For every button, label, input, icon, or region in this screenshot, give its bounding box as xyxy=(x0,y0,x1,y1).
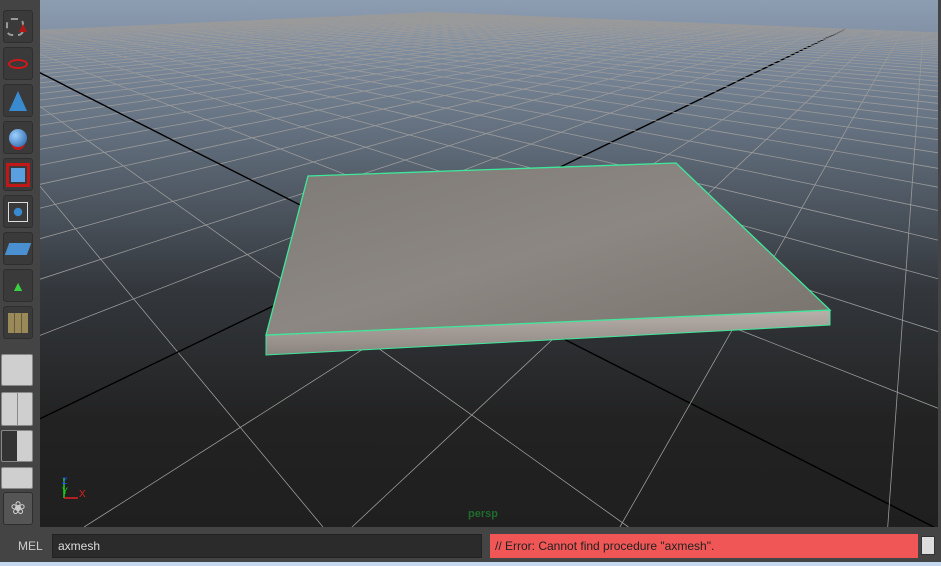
command-line: MEL // Error: Cannot find procedure "axm… xyxy=(0,530,941,562)
camera-label: persp xyxy=(468,508,498,520)
single-perspective-layout-icon[interactable] xyxy=(1,354,33,386)
grid-line xyxy=(162,24,938,120)
scale-icon[interactable] xyxy=(3,158,33,191)
status-strip xyxy=(0,562,941,566)
grid-line xyxy=(887,32,924,527)
axis-y-label: Y xyxy=(62,486,68,496)
script-editor-icon[interactable] xyxy=(921,536,935,555)
move-soft-icon[interactable] xyxy=(3,84,33,117)
grid-line xyxy=(100,27,938,169)
outliner-persp-layout-icon[interactable] xyxy=(1,430,33,462)
select-lasso-icon[interactable]: ▲ xyxy=(3,10,33,43)
grid: ZY X xyxy=(40,12,938,527)
language-label[interactable]: MEL xyxy=(18,539,43,553)
axis-x-label: X xyxy=(79,489,86,500)
persp-graph-layout-icon[interactable] xyxy=(1,467,33,489)
command-result: // Error: Cannot find procedure "axmesh"… xyxy=(490,534,918,558)
command-input[interactable] xyxy=(52,534,482,558)
maya-logo-icon: ❀ xyxy=(3,492,33,525)
four-view-layout-icon[interactable] xyxy=(1,392,33,426)
grid-line xyxy=(40,185,324,527)
slab-mesh[interactable] xyxy=(265,162,832,336)
paint-select-icon[interactable] xyxy=(3,47,33,80)
toolbox: ▲ ▲ ❀ xyxy=(0,0,38,530)
perspective-viewport[interactable]: ZY X persp xyxy=(40,0,938,527)
soft-mod-icon[interactable] xyxy=(3,232,33,265)
universal-manipulator-icon[interactable] xyxy=(3,195,33,228)
rotate-icon[interactable] xyxy=(3,121,33,154)
last-tool-icon[interactable] xyxy=(3,306,33,339)
show-manipulator-icon[interactable]: ▲ xyxy=(3,269,33,302)
axis-z-label: Z xyxy=(62,476,68,486)
